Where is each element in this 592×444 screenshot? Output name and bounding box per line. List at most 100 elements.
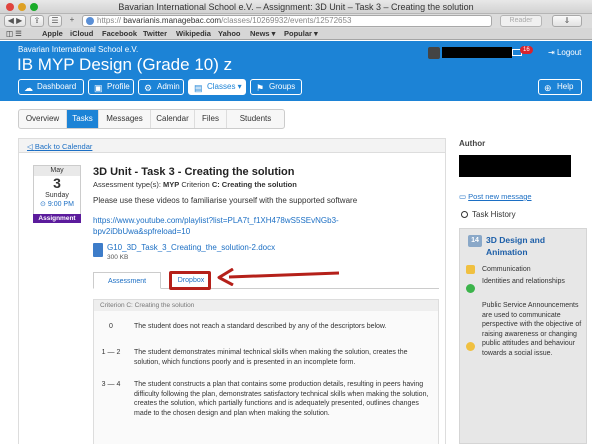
address-bar[interactable]: https:// bavarianis.managebac.com/classe…: [82, 15, 492, 27]
rubric-descriptor: The student demonstrates minimal technic…: [134, 349, 408, 366]
nav-profile-label: Profile: [107, 82, 130, 91]
window-title: Bavarian International School e.V. – Ass…: [118, 2, 474, 12]
criterion: C: Creating the solution: [211, 180, 297, 189]
post-message-link[interactable]: ▭ Post new message: [459, 192, 532, 201]
nav-classes-label: Classes ▾: [207, 82, 242, 91]
criterion-prefix: Criterion: [179, 180, 212, 189]
attachment-size: 300 KB: [107, 254, 129, 261]
task-card: ◁ Back to Calendar May 3 Sunday ⊙ 9:00 P…: [18, 138, 446, 444]
reader-button[interactable]: Reader: [500, 15, 542, 27]
site-icon: [86, 17, 94, 25]
nav-admin-label: Admin: [157, 82, 180, 91]
bookmarks-bar: ◫ ☰ Apple iCloud Facebook Twitter Wikipe…: [0, 28, 592, 40]
assessment-type: MYP: [163, 180, 180, 189]
back-to-calendar-link[interactable]: ◁ Back to Calendar: [27, 142, 92, 151]
assignment-badge: Assignment: [33, 214, 81, 223]
browser-toolbar: ◀ ▶ ⇪ ☰ + https:// bavarianis.managebac.…: [0, 14, 592, 28]
task-history-link[interactable]: Task History: [461, 210, 516, 219]
browser-titlebar: Bavarian International School e.V. – Ass…: [0, 0, 592, 14]
due-date-box: May 3 Sunday ⊙ 9:00 PM Assignment: [33, 165, 81, 223]
nav-groups[interactable]: ⚑ Groups: [250, 79, 302, 95]
bookmark-apple[interactable]: Apple: [42, 28, 63, 40]
bookmark-news[interactable]: News ▾: [250, 28, 275, 40]
nav-profile[interactable]: ▣ Profile: [88, 79, 134, 95]
post-message-label: Post new message: [468, 192, 532, 201]
nav-admin[interactable]: ⚙ Admin: [138, 79, 184, 95]
nav-classes[interactable]: ▤ Classes ▾: [188, 79, 246, 95]
rubric-level: 0: [109, 323, 113, 330]
clock-icon: [461, 211, 468, 218]
pointer-arrow-icon: [217, 268, 340, 286]
bookmark-facebook[interactable]: Facebook: [102, 28, 137, 40]
url-host: bavarianis.managebac.com: [123, 16, 222, 25]
rubric-level: 3 — 4: [101, 381, 121, 388]
nav-dashboard[interactable]: ☁ Dashboard: [18, 79, 84, 95]
back-to-calendar-label: Back to Calendar: [34, 142, 93, 151]
tab-tasks[interactable]: Tasks: [67, 110, 99, 128]
profile-icon: ▣: [94, 83, 103, 93]
course-title: IB MYP Design (Grade 10) z: [17, 55, 233, 74]
bookmark-wikipedia[interactable]: Wikipedia: [176, 28, 211, 40]
downloads-button[interactable]: ⇓: [552, 15, 582, 27]
share-button[interactable]: ⇪: [30, 15, 44, 27]
rubric-descriptor: The student constructs a plan that conta…: [134, 381, 429, 417]
tab-files[interactable]: Files: [195, 110, 227, 128]
due-time: ⊙ 9:00 PM: [40, 201, 74, 208]
statement-of-inquiry: Public Service Announcements are used to…: [482, 302, 582, 357]
bookmark-popular[interactable]: Popular ▾: [284, 28, 318, 40]
assessment-types: Assessment type(s): MYP Criterion C: Cre…: [93, 180, 297, 189]
key-concept: Communication: [482, 266, 531, 273]
speech-bubble-icon: [466, 342, 475, 351]
globe-icon: [466, 284, 475, 293]
dashboard-icon: ☁: [24, 83, 33, 93]
youtube-link[interactable]: https://www.youtube.com/playlist?list=PL…: [93, 215, 403, 237]
attachment-link[interactable]: G10_3D_Task_3_Creating_the_solution-2.do…: [107, 243, 275, 252]
groups-icon: ⚑: [256, 83, 265, 93]
bookmarks-button[interactable]: ☰: [48, 15, 62, 27]
dropbox-highlight-box: [169, 271, 211, 290]
back-arrow-icon: ◁: [27, 142, 35, 151]
nav-dashboard-label: Dashboard: [37, 82, 77, 91]
add-tab-button[interactable]: +: [66, 15, 78, 27]
bookmark-yahoo[interactable]: Yahoo: [218, 28, 241, 40]
help-label: Help: [557, 82, 574, 91]
task-history-label: Task History: [472, 210, 516, 219]
assessment-prefix: Assessment type(s):: [93, 180, 164, 189]
unit-number: 14: [468, 235, 482, 247]
reading-list-icon[interactable]: ◫ ☰: [6, 28, 22, 40]
task-title: 3D Unit - Task 3 - Creating the solution: [93, 166, 295, 178]
username-redacted: [442, 47, 512, 58]
global-context: Identities and relationships: [482, 278, 565, 285]
unit-title-link[interactable]: 3D Design and Animation: [486, 234, 582, 258]
docx-file-icon: [93, 243, 103, 257]
rubric-header: Criterion C: Creating the solution: [94, 300, 438, 311]
help-button[interactable]: ⊕ Help: [538, 79, 582, 95]
bookmark-twitter[interactable]: Twitter: [143, 28, 167, 40]
tab-assessment[interactable]: Assessment: [93, 272, 161, 289]
avatar[interactable]: [428, 47, 440, 59]
due-weekday: Sunday: [45, 192, 69, 199]
url-scheme: https: [97, 16, 115, 25]
message-icon: ▭: [459, 192, 469, 201]
lightbulb-icon: [466, 265, 475, 274]
help-icon: ⊕: [544, 83, 552, 93]
back-forward-buttons[interactable]: ◀ ▶: [4, 15, 26, 27]
tab-calendar[interactable]: Calendar: [151, 110, 195, 128]
logout-link[interactable]: ⇥ Logout: [548, 48, 581, 57]
tab-messages[interactable]: Messages: [99, 110, 151, 128]
author-heading: Author: [459, 139, 486, 148]
logout-icon: ⇥: [548, 48, 557, 57]
tab-overview[interactable]: Overview: [19, 110, 67, 128]
back-bar: ◁ Back to Calendar: [19, 139, 445, 153]
tab-students[interactable]: Students: [227, 110, 284, 128]
class-tabs: Overview Tasks Messages Calendar Files S…: [18, 109, 285, 129]
school-name: Bavarian International School e.V.: [18, 45, 139, 54]
nav-groups-label: Groups: [269, 82, 296, 91]
url-separator: ://: [114, 16, 124, 25]
rubric-level: 1 — 2: [101, 349, 121, 356]
bookmark-icloud[interactable]: iCloud: [70, 28, 93, 40]
rubric-descriptor: The student does not reach a standard de…: [134, 323, 387, 330]
rubric-table: Criterion C: Creating the solution 0 The…: [93, 299, 439, 444]
unit-panel: 14 3D Design and Animation Communication…: [459, 228, 587, 444]
logout-label: Logout: [556, 48, 582, 57]
